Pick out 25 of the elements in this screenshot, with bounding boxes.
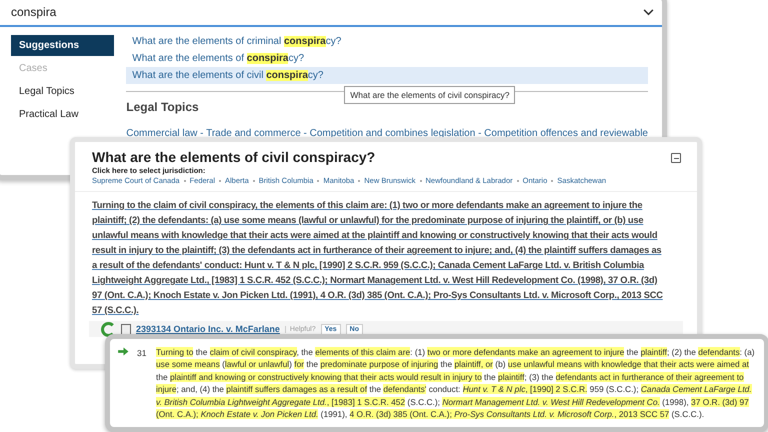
case-link[interactable]: 2393134 Ontario Inc. v. McFarlane xyxy=(136,324,280,334)
separator-dot xyxy=(358,180,360,182)
document-icon xyxy=(121,324,131,334)
suggestion-item[interactable]: What are the elements of civil conspiracy? xyxy=(126,67,648,84)
arrow-right-icon xyxy=(118,347,129,356)
collapse-icon[interactable] xyxy=(671,153,681,163)
suggestion-item[interactable]: What are the elements of criminal conspiracy? xyxy=(126,33,648,50)
separator-dot xyxy=(420,180,422,182)
answer-title: What are the elements of civil conspiracy? xyxy=(92,149,376,165)
chevron-down-icon[interactable] xyxy=(643,8,654,16)
separator-dot xyxy=(317,180,320,182)
separator-dot xyxy=(219,180,221,182)
paragraph-number: 31 xyxy=(136,348,148,358)
separator-dot xyxy=(516,180,519,182)
answer-text[interactable]: Turning to the claim of civil conspiracy, the elements of this claim are: (1) two or more defendants make an agreement to injure the plaintiff; (2) the defendants: (a) use some means (lawful or unlawful) for the predominate purpose of injuring the plaintiff, or (b) use unlawful means with knowledge that their acts were aimed at the plaintiff and knowing or constructively knowing that their acts would result in injury to the plaintiff; (3) the defendants act in furtherance of their agreement to injure; and, (4) the plaintiff suffers damages as a result of the defendants' conduct: Hunt v. T & N plc, [1990] 2 S.C.R. 959 (S.C.C.); Canada Cement LaFarge Ltd. v. British Columbia Lightweight Aggregate Ltd., [1983] 1 S.C.R. 452 (S.C.C.); Normart Management Ltd. v. West Hill Redevelopment Co. (1998), 37 O.R. (3d) 97 (Ont. C.A.); Knoch Estate v. Jon Picken Ltd. (1991), 4 O.R. (3d) 385 (Ont. C.A.); Pro-Sys Consultants Ltd. v. Microsoft Corp., 2013 SCC 57 (S.C.C.). xyxy=(75,192,697,321)
separator-dot xyxy=(551,180,554,182)
category-tab[interactable]: Legal Topics xyxy=(11,81,114,102)
tooltip: What are the elements of civil conspiracy? xyxy=(344,86,516,104)
category-tab[interactable]: Practical Law xyxy=(11,104,114,125)
category-tab[interactable]: Suggestions xyxy=(11,35,114,56)
separator-dot xyxy=(184,180,186,182)
search-field[interactable]: conspira xyxy=(0,0,662,27)
topic-link[interactable]: Commercial law - Trade and commerce - Competition and combines legislation - Competition offences and reviewable xyxy=(126,128,648,139)
separator-dot xyxy=(252,180,255,182)
section-heading: Legal Topics xyxy=(126,100,200,114)
